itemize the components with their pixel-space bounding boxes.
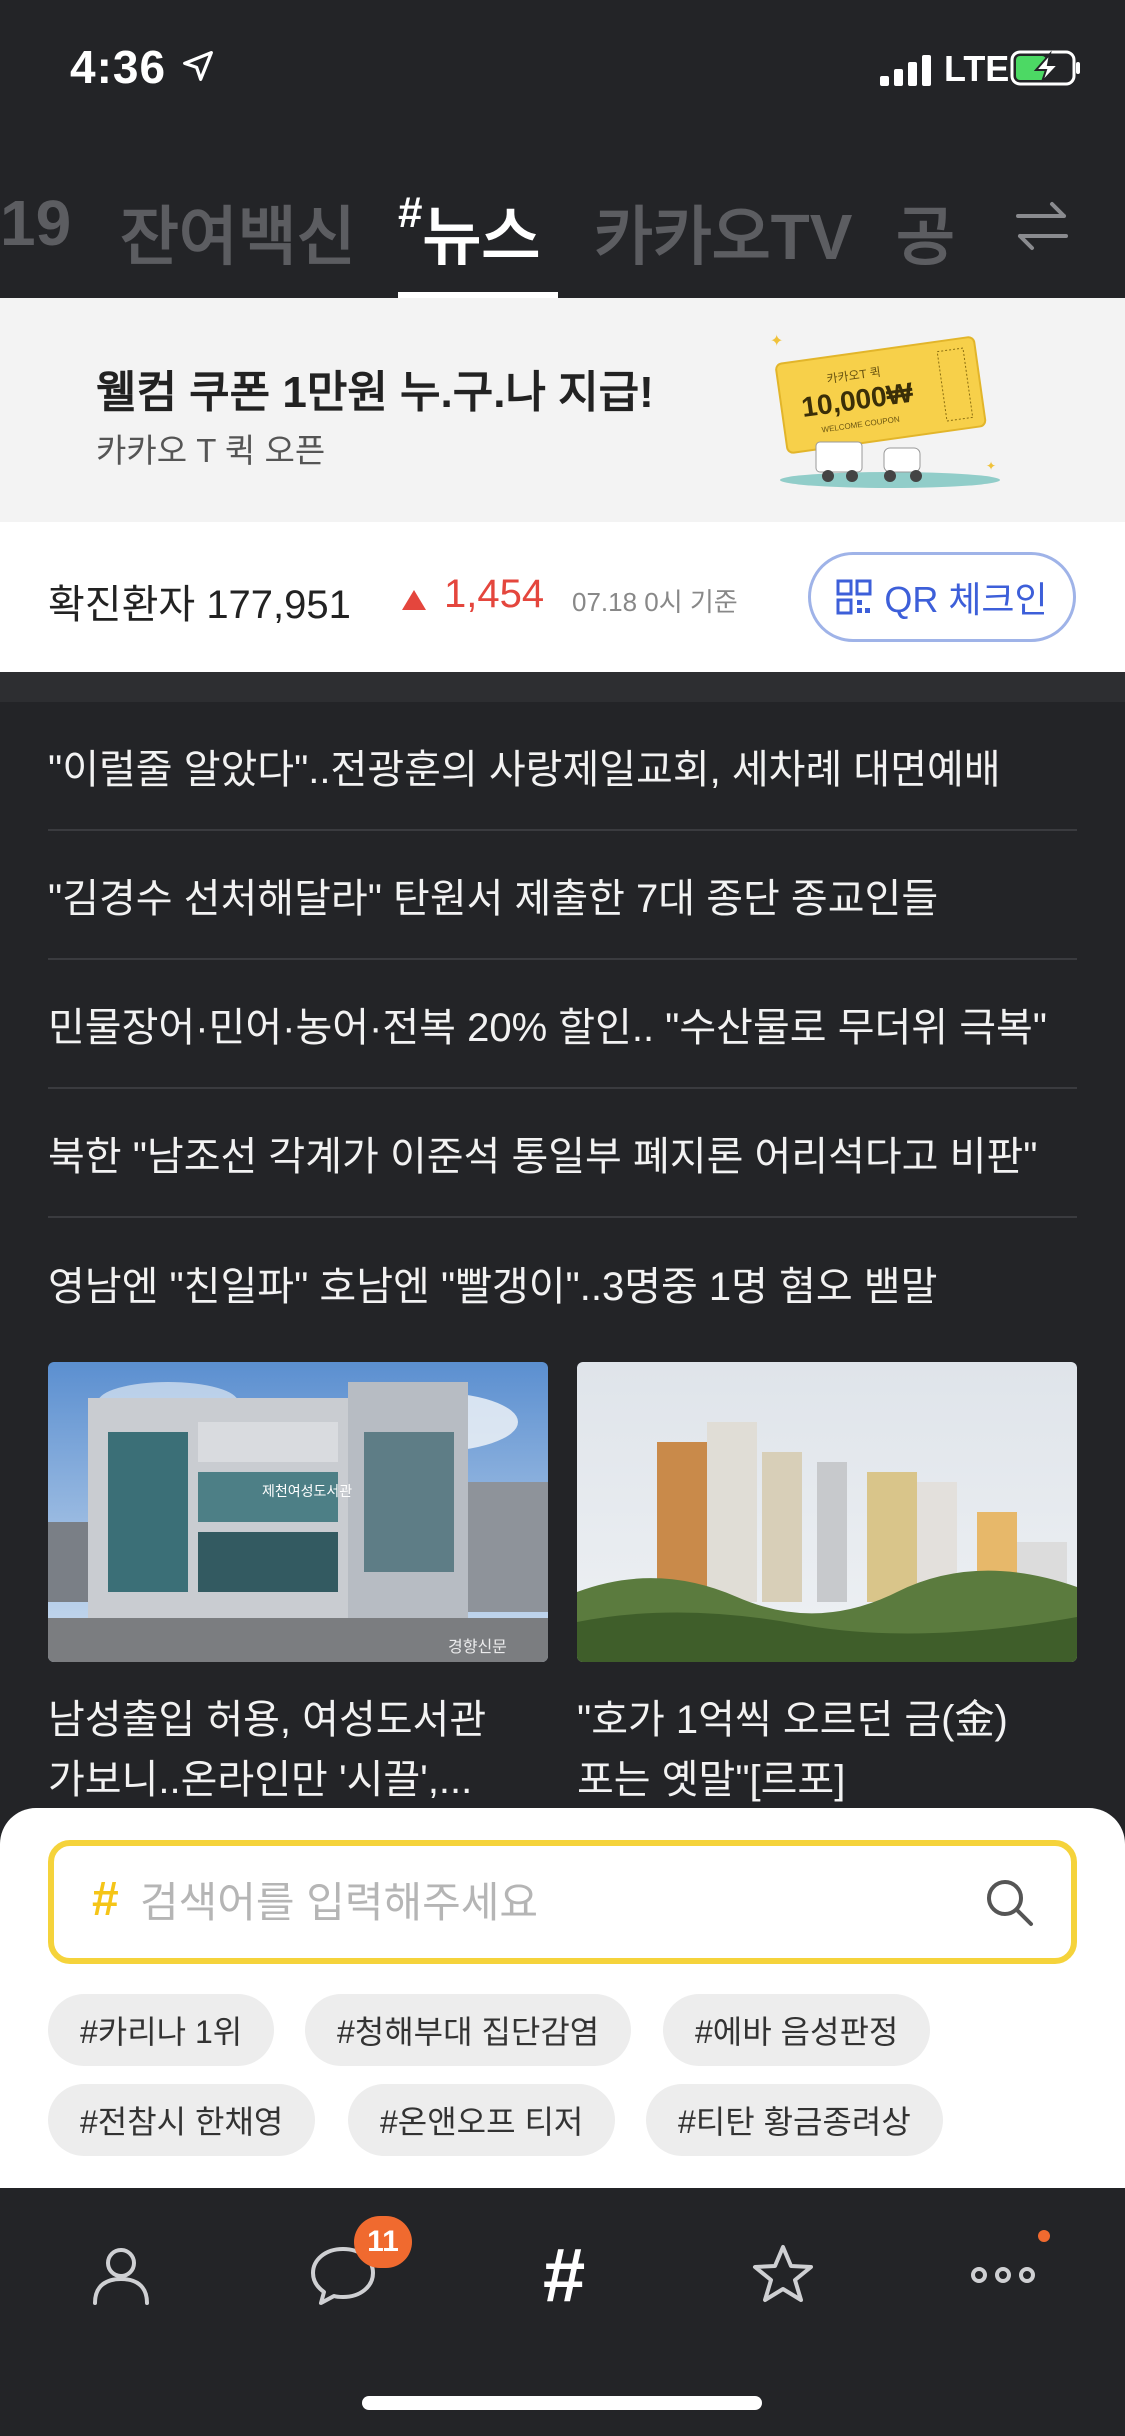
photo-card[interactable]: 제천여성도서관 경향신문 남성출입 허용, 여성도서관 가보니..온라인만 '시… bbox=[48, 1362, 548, 1810]
photo-card[interactable]: "호가 1억씩 오르던 금(金) 포는 옛말"[르포] bbox=[577, 1362, 1077, 1810]
banner-subtitle: 카카오 T 퀵 오픈 bbox=[96, 432, 326, 469]
headline-item[interactable]: "이럴줄 알았다"..전광훈의 사랑제일교회, 세차례 대면예배 bbox=[48, 702, 1077, 831]
covid-status-bar: 확진환자 177,951 1,454 07.18 0시 기준 QR 체크인 bbox=[0, 522, 1125, 672]
ad-banner[interactable]: 웰컴 쿠폰 1만원 누.구.나 지급! 카카오 T 퀵 오픈 카카오T 퀵 10… bbox=[0, 298, 1125, 522]
person-icon bbox=[93, 2248, 149, 2305]
hash-icon: # bbox=[541, 2232, 585, 2318]
star-icon bbox=[753, 2245, 813, 2302]
network-type: LTE bbox=[944, 48, 1010, 89]
confirmed-cases: 확진환자 177,951 bbox=[48, 583, 351, 627]
nav-favorites[interactable] bbox=[738, 2230, 828, 2320]
tab-kakao-tv[interactable]: 카카오TV bbox=[594, 186, 852, 278]
increase-triangle-icon bbox=[402, 590, 426, 610]
headline-list: "이럴줄 알았다"..전광훈의 사랑제일교회, 세차례 대면예배 "김경수 선처… bbox=[48, 702, 1077, 1347]
status-time: 4:36 bbox=[70, 41, 167, 93]
search-sheet: # #카리나 1위 #청해부대 집단감염 #에바 음성판정 #전참시 한채영 #… bbox=[0, 1808, 1125, 2188]
section-divider bbox=[0, 672, 1125, 702]
tab-news[interactable]: #뉴스 bbox=[398, 186, 540, 278]
svg-text:✦: ✦ bbox=[986, 459, 996, 473]
coupon-illustration: 카카오T 퀵 10,000₩ WELCOME COUPON ✦ ✦ bbox=[770, 333, 1000, 488]
library-photo: 제천여성도서관 경향신문 bbox=[48, 1362, 548, 1662]
headline-item[interactable]: "김경수 선처해달라" 탄원서 제출한 7대 종단 종교인들 bbox=[48, 831, 1077, 960]
keyword-chip[interactable]: #전참시 한채영 bbox=[48, 2084, 316, 2156]
qr-code-icon bbox=[836, 579, 872, 615]
tab-partial[interactable]: 공 bbox=[896, 186, 955, 278]
nav-friends[interactable] bbox=[76, 2230, 166, 2320]
keyword-chip[interactable]: #에바 음성판정 bbox=[663, 1994, 931, 2066]
category-tabs: 19 잔여백신 #뉴스 카카오TV 공 bbox=[0, 150, 1125, 298]
more-dots-icon bbox=[971, 2267, 1035, 2283]
headline-item[interactable]: 민물장어·민어·농어·전복 20% 할인.. "수산물로 무더위 극복" bbox=[48, 960, 1077, 1089]
tab-19[interactable]: 19 bbox=[0, 186, 71, 260]
cases-increase: 1,454 bbox=[444, 572, 545, 616]
svg-text:✦: ✦ bbox=[770, 333, 783, 350]
tab-hash-prefix: # bbox=[398, 188, 423, 237]
nav-more[interactable] bbox=[958, 2230, 1048, 2320]
home-indicator bbox=[362, 2396, 762, 2410]
card-caption: 남성출입 허용, 여성도서관 가보니..온라인만 '시끌',... bbox=[48, 1698, 487, 1802]
cases-date: 07.18 0시 기준 bbox=[572, 587, 738, 617]
headline-item[interactable]: 영남엔 "친일파" 호남엔 "빨갱이"..3명중 1명 혐오 밷말 bbox=[48, 1218, 1077, 1347]
location-arrow-icon bbox=[183, 51, 213, 81]
banner-headline: 웰컴 쿠폰 1만원 누.구.나 지급! bbox=[96, 368, 654, 417]
keyword-chip[interactable]: #카리나 1위 bbox=[48, 1994, 275, 2066]
swap-tabs-icon[interactable] bbox=[1012, 196, 1072, 256]
headline-item[interactable]: 북한 "남조선 각계가 이준석 통일부 폐지론 어리석다고 비판" bbox=[48, 1089, 1077, 1218]
status-bar: 4:36 LTE bbox=[0, 0, 1125, 132]
qr-checkin-button[interactable]: QR 체크인 bbox=[808, 552, 1076, 642]
keyword-chip[interactable]: #청해부대 집단감염 bbox=[305, 1994, 632, 2066]
tab-remaining-vaccine[interactable]: 잔여백신 bbox=[120, 186, 356, 278]
keyword-chip[interactable]: #온앤오프 티저 bbox=[348, 2084, 616, 2156]
nav-hash[interactable]: # bbox=[518, 2230, 608, 2320]
library-sign: 제천여성도서관 bbox=[262, 1483, 352, 1499]
search-icon[interactable] bbox=[981, 1874, 1037, 1930]
notification-dot bbox=[1038, 2230, 1050, 2242]
battery-charging-icon bbox=[1010, 50, 1080, 86]
unread-badge: 11 bbox=[354, 2216, 412, 2268]
keyword-chip[interactable]: #티탄 황금종려상 bbox=[646, 2084, 943, 2156]
signal-icon bbox=[880, 55, 931, 86]
card-caption: "호가 1억씩 오르던 금(金) 포는 옛말"[르포] bbox=[577, 1698, 1008, 1802]
photo-watermark: 경향신문 bbox=[448, 1638, 507, 1656]
search-box[interactable]: # bbox=[48, 1840, 1077, 1964]
search-hash-icon: # bbox=[92, 1873, 119, 1926]
apartment-photo bbox=[577, 1362, 1077, 1662]
search-input[interactable] bbox=[140, 1868, 940, 1938]
